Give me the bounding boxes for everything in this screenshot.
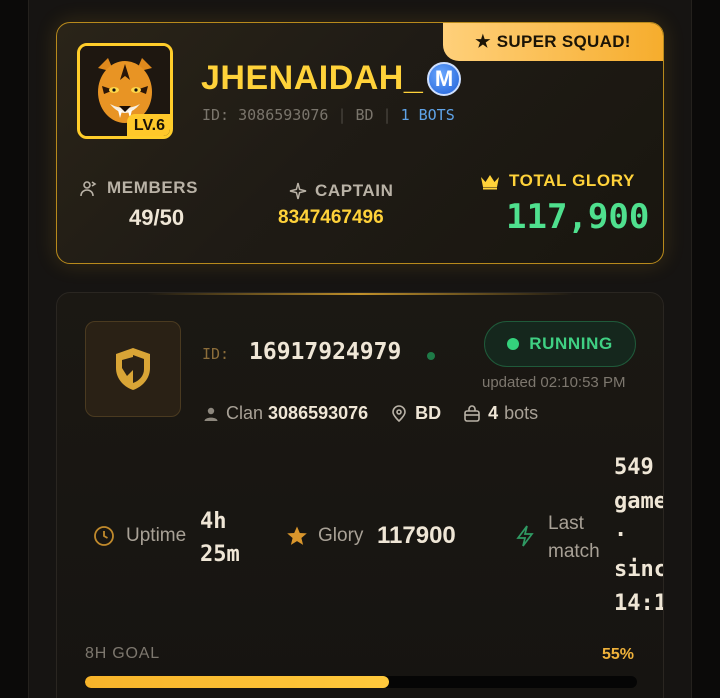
region-info: BD (390, 403, 441, 424)
last-match-value: 549 game · sinc 14:1 (614, 451, 664, 621)
uptime-hours: 4h (200, 509, 227, 534)
squad-avatar[interactable]: LV.6 (77, 43, 173, 139)
location-pin-icon (392, 404, 406, 422)
clock-icon (94, 526, 114, 546)
star-icon: ★ (475, 32, 491, 51)
bot-info-row: Clan 3086593076 BD 4 bots (203, 403, 560, 424)
goal-label: 8H GOAL (85, 645, 160, 662)
squad-name-text: JHENAIDAH_ (201, 59, 424, 97)
members-icon (80, 181, 97, 197)
glory-value: 117900 (377, 522, 456, 549)
bot-id[interactable]: 16917924979 (249, 339, 401, 365)
crown-icon (481, 175, 499, 190)
squad-id: 3086593076 (238, 106, 329, 124)
squad-meta: ID: 3086593076 | BD | 1 BOTS (202, 106, 455, 124)
last-match-games-unit: game (614, 489, 664, 514)
last-match-separator: · (614, 523, 628, 548)
members-value: 49/50 (129, 205, 185, 230)
bot-card[interactable]: ID: 16917924979 RUNNING updated 02:10:53… (56, 292, 664, 698)
total-glory-value: 117,900 (506, 197, 650, 237)
captain-value[interactable]: 8347467496 (278, 207, 384, 229)
squad-region: BD (355, 106, 374, 124)
level-badge: LV.6 (126, 114, 170, 136)
bots-info: 4 bots (463, 403, 538, 424)
bag-icon (464, 404, 480, 422)
captain-label: CAPTAIN (289, 181, 394, 201)
status-text: RUNNING (529, 334, 613, 353)
glory-label: Glory (318, 525, 364, 546)
ribbon-label: SUPER SQUAD! (496, 32, 631, 51)
user-icon (204, 407, 218, 421)
bot-avatar (85, 321, 181, 417)
last-match-label-2: match (548, 541, 600, 562)
clan-value[interactable]: 3086593076 (268, 403, 368, 424)
total-glory-label: TOTAL GLORY (479, 171, 635, 191)
shield-icon (116, 348, 150, 390)
verified-m-icon: M (427, 61, 462, 96)
last-match-label-1: Last (548, 513, 584, 534)
bots-count: 4 (488, 403, 499, 423)
sparkle-icon (289, 182, 307, 200)
status-dot (507, 338, 520, 350)
bot-id-label: ID: (202, 345, 230, 363)
last-match-since: sinc (614, 557, 664, 582)
goal-progress-track (85, 676, 637, 688)
online-dot (427, 352, 435, 360)
last-match-games: 549 (614, 455, 654, 480)
super-squad-ribbon: ★ SUPER SQUAD! (443, 23, 663, 61)
clan-info: Clan 3086593076 (203, 403, 368, 424)
squad-id-label: ID: (202, 106, 230, 124)
status-badge[interactable]: RUNNING (484, 321, 636, 367)
members-label: MEMBERS (79, 178, 198, 198)
clan-label: Clan (226, 403, 264, 423)
total-glory-label-text: TOTAL GLORY (509, 171, 635, 190)
updated-timestamp: updated 02:10:53 PM (482, 374, 626, 391)
bots-label: bots (504, 403, 539, 423)
last-match-time: 14:1 (614, 591, 664, 616)
goal-percent: 55% (602, 646, 635, 663)
squad-bots-count[interactable]: 1 BOTS (401, 106, 455, 124)
region-value: BD (415, 403, 442, 423)
star-icon (287, 526, 307, 545)
uptime-minutes: 25m (200, 542, 240, 567)
squad-card[interactable]: ★ SUPER SQUAD! LV.6 JHENAIDAH_ M ID: 308… (56, 22, 664, 264)
last-match-label: Last match (548, 510, 600, 566)
members-label-text: MEMBERS (107, 178, 199, 197)
uptime-label: Uptime (126, 525, 187, 546)
bolt-icon (516, 525, 534, 547)
goal-progress-fill (85, 676, 389, 688)
captain-label-text: CAPTAIN (315, 181, 394, 200)
uptime-value: 4h 25m (200, 505, 240, 571)
squad-name: JHENAIDAH_ M (201, 59, 462, 98)
